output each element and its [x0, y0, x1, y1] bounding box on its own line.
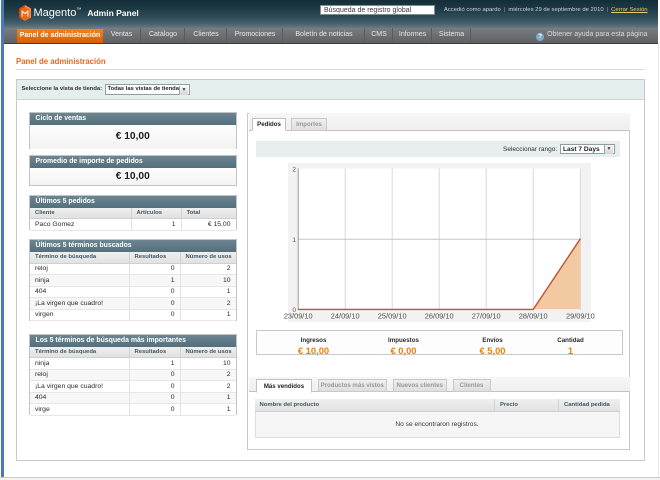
svg-text:26/09/10: 26/09/10	[425, 311, 454, 320]
svg-text:24/09/10: 24/09/10	[331, 311, 360, 320]
svg-text:28/09/10: 28/09/10	[519, 311, 548, 320]
svg-text:29/09/10: 29/09/10	[566, 311, 595, 320]
svg-text:2: 2	[292, 166, 296, 173]
svg-text:25/09/10: 25/09/10	[378, 311, 407, 320]
svg-text:23/09/10: 23/09/10	[284, 311, 313, 320]
svg-text:27/09/10: 27/09/10	[472, 311, 501, 320]
svg-text:1: 1	[292, 236, 296, 243]
